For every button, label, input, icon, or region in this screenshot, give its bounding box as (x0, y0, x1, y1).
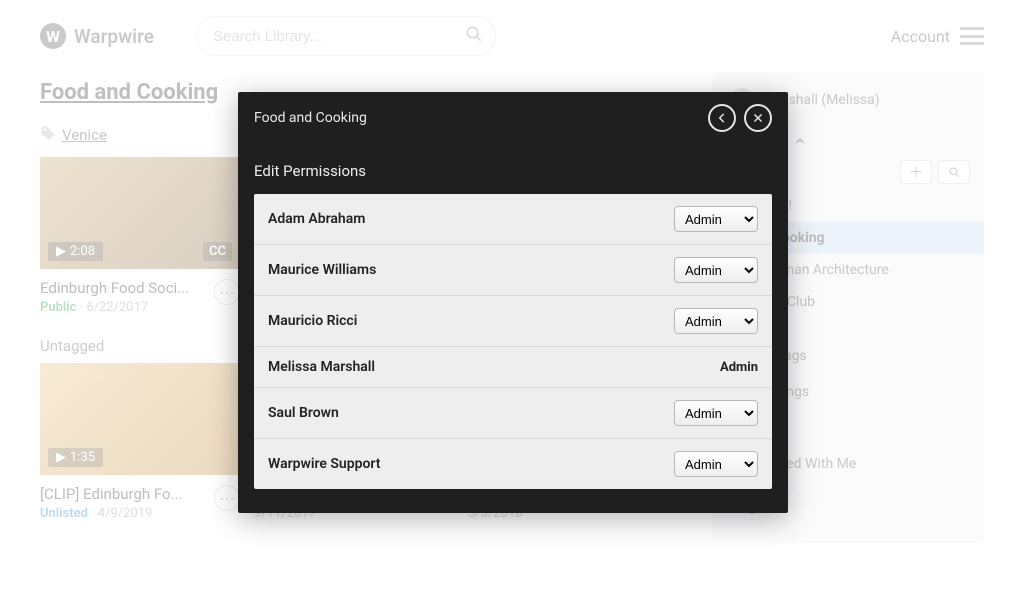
role-static-label: Admin (720, 360, 758, 375)
permission-user-name: Mauricio Ricci (268, 313, 674, 329)
permission-row: Maurice Williams Admin (254, 245, 772, 296)
back-button[interactable] (708, 104, 736, 132)
close-button[interactable] (744, 104, 772, 132)
permissions-modal: Food and Cooking Edit Permissions Adam A… (238, 92, 788, 513)
permission-row: Saul Brown Admin (254, 388, 772, 439)
permission-row: Warpwire Support Admin (254, 439, 772, 489)
permission-user-name: Melissa Marshall (268, 359, 720, 375)
permission-user-name: Adam Abraham (268, 211, 674, 227)
modal-subtitle: Edit Permissions (254, 162, 772, 180)
permission-row: Adam Abraham Admin (254, 194, 772, 245)
permission-row: Mauricio Ricci Admin (254, 296, 772, 347)
modal-title: Food and Cooking (254, 110, 700, 126)
role-select[interactable]: Admin (674, 206, 758, 232)
role-select[interactable]: Admin (674, 257, 758, 283)
permission-user-name: Warpwire Support (268, 456, 674, 472)
role-select[interactable]: Admin (674, 451, 758, 477)
role-select[interactable]: Admin (674, 308, 758, 334)
modal-header: Food and Cooking (238, 92, 788, 144)
role-select[interactable]: Admin (674, 400, 758, 426)
permission-user-name: Saul Brown (268, 405, 674, 421)
permissions-list: Adam Abraham Admin Maurice Williams Admi… (254, 194, 772, 489)
permission-row: Melissa Marshall Admin (254, 347, 772, 388)
permission-user-name: Maurice Williams (268, 262, 674, 278)
